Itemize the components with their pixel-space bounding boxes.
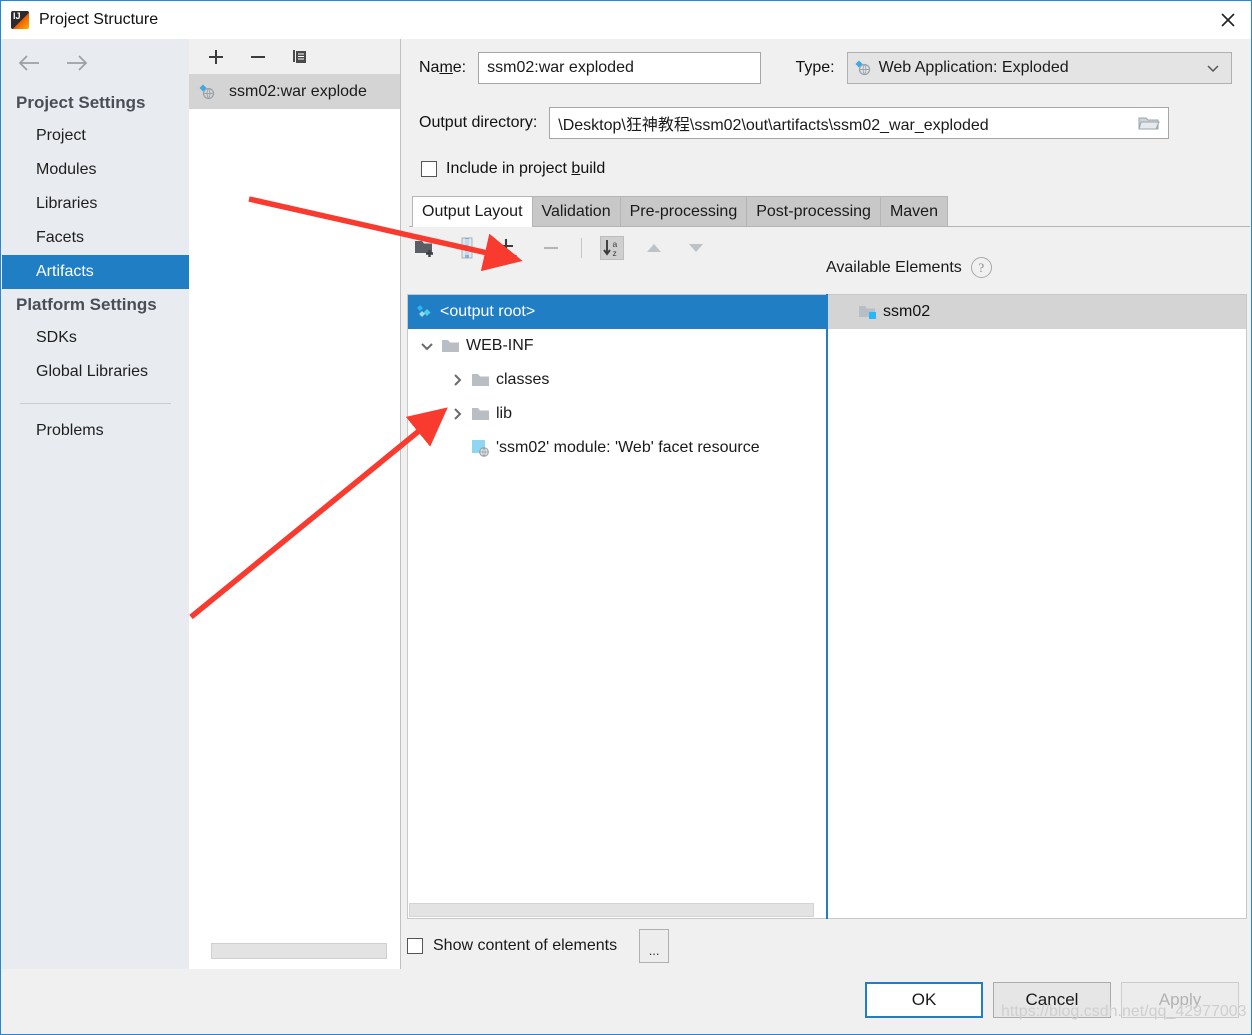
available-elements-tree: ssm02 [826,294,1247,919]
chevron-right-icon[interactable] [444,407,470,421]
list-item[interactable]: ssm02:war explode [189,75,400,109]
sidebar-item-problems[interactable]: Problems [2,414,189,448]
minus-icon[interactable] [247,46,269,68]
type-label: Type: [795,59,835,76]
new-folder-icon[interactable] [413,236,437,260]
tab-validation[interactable]: Validation [531,196,621,226]
more-options-button[interactable]: ... [639,929,670,963]
output-directory-value: \Desktop\狂神教程\ssm02\out\artifacts\ssm02_… [558,117,989,134]
module-folder-icon [857,304,877,321]
artifact-root-icon [414,303,434,321]
arrow-down-icon [684,236,708,260]
sidebar-item-facets[interactable]: Facets [2,221,189,255]
sidebar-group-title-project-settings: Project Settings [16,93,146,112]
include-in-build-checkbox[interactable] [421,161,437,177]
output-directory-input[interactable]: \Desktop\狂神教程\ssm02\out\artifacts\ssm02_… [549,107,1170,139]
minus-icon [539,236,563,260]
sidebar-item-project[interactable]: Project [2,119,189,153]
tree-node-label: ssm02 [883,303,931,320]
pane-splitter[interactable] [826,294,828,919]
name-label: Name: [419,59,467,76]
tree-row[interactable]: lib [408,397,826,431]
chevron-down-icon[interactable] [414,339,440,353]
archive-icon[interactable] [455,236,479,260]
sidebar-item-artifacts[interactable]: Artifacts [2,255,189,289]
artifact-tabs: Output Layout Validation Pre-processing … [409,195,1250,227]
available-elements-label: Available Elements [826,258,962,276]
apply-button: Apply [1121,982,1239,1018]
settings-sidebar: Project Settings Project Modules Librari… [2,39,189,971]
artifact-name-label: ssm02:war explode [229,83,367,100]
layout-panes: <output root> WEB-INF classes lib 'ssm02… [407,294,1247,919]
ok-button[interactable]: OK [865,982,983,1018]
show-content-checkbox[interactable] [407,938,423,954]
project-structure-dialog: Project Structure Project Settings Proje… [0,0,1252,1035]
sidebar-item-sdks[interactable]: SDKs [2,321,189,355]
title-bar: Project Structure [1,1,1251,39]
tab-output-layout[interactable]: Output Layout [412,196,533,227]
toolbar-divider [581,238,582,258]
name-row: Name: ssm02:war exploded Type: Web Appli… [401,39,1250,97]
folder-browse-icon[interactable] [1138,114,1161,132]
arrow-up-icon [642,236,666,260]
artifacts-horizontal-scrollbar[interactable] [211,943,387,959]
tree-row[interactable]: WEB-INF [408,329,826,363]
tab-maven[interactable]: Maven [879,196,948,226]
show-content-row: Show content of elements ... [407,929,670,963]
dialog-buttons: OK Cancel Apply [865,982,1239,1018]
tree-node-label: WEB-INF [466,337,534,354]
arrow-right-icon[interactable] [64,50,90,76]
available-elements-header: Available Elements ? [826,257,992,278]
tree-node-label: lib [496,405,513,422]
tree-row[interactable]: 'ssm02' module: 'Web' facet resource [408,431,826,465]
artifact-editor: Name: ssm02:war exploded Type: Web Appli… [401,39,1250,971]
copy-icon[interactable] [289,46,311,68]
sort-az-icon[interactable]: a z [600,236,624,260]
web-application-exploded-icon [197,83,217,101]
tree-row[interactable]: classes [408,363,826,397]
tab-post-processing[interactable]: Post-processing [746,196,881,226]
type-value-label: Web Application: Exploded [878,59,1069,76]
plus-icon[interactable] [205,46,227,68]
output-tree-horizontal-scrollbar[interactable] [409,903,814,917]
svg-text:z: z [613,248,617,258]
tab-pre-processing[interactable]: Pre-processing [619,196,748,226]
output-layout-tree: <output root> WEB-INF classes lib 'ssm02… [407,294,826,919]
output-directory-label: Output directory: [419,114,538,131]
plus-dropdown-icon[interactable] [497,236,521,260]
arrow-left-icon[interactable] [16,50,42,76]
folder-icon [470,372,490,388]
question-mark-icon[interactable]: ? [970,257,992,278]
sidebar-item-modules[interactable]: Modules [2,153,189,187]
tree-node-label: <output root> [440,303,536,320]
sidebar-item-libraries[interactable]: Libraries [2,187,189,221]
type-dropdown[interactable]: Web Application: Exploded [846,52,1232,84]
window-title: Project Structure [39,11,159,28]
include-in-build-row[interactable]: Include in project build [401,149,1250,189]
web-application-exploded-icon [854,59,872,77]
sidebar-group-title-platform-settings: Platform Settings [16,295,157,314]
tree-row[interactable]: ssm02 [827,295,1246,329]
name-input[interactable]: ssm02:war exploded [478,52,762,84]
close-icon[interactable] [1205,1,1251,38]
sidebar-nav-arrows [2,39,189,87]
folder-icon [440,338,460,354]
cancel-button[interactable]: Cancel [993,982,1111,1018]
artifacts-list-panel: ssm02:war explode [189,39,401,971]
chevron-down-icon [1205,60,1225,76]
web-facet-resource-icon [470,439,490,457]
output-directory-row: Output directory: \Desktop\狂神教程\ssm02\ou… [401,97,1250,149]
artifacts-toolbar [189,39,400,75]
sidebar-item-global-libraries[interactable]: Global Libraries [2,355,189,389]
intellij-idea-icon [11,11,29,29]
tree-node-label: 'ssm02' module: 'Web' facet resource [496,439,760,456]
include-in-build-label: Include in project build [446,160,606,177]
chevron-right-icon[interactable] [444,373,470,387]
sidebar-divider [20,403,171,404]
show-content-label: Show content of elements [433,937,618,954]
folder-icon [470,406,490,422]
tree-node-label: classes [496,371,550,388]
tree-row[interactable]: <output root> [408,295,826,329]
